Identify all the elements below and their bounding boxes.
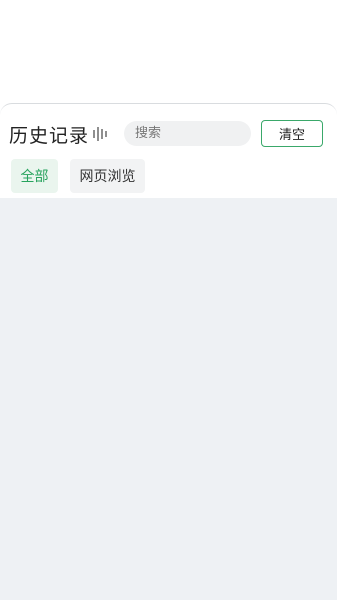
history-sheet: 历史记录 清空 全部 网页浏览 [0, 103, 337, 600]
search-box[interactable] [124, 121, 251, 146]
history-list-area [0, 198, 337, 600]
voice-bars-icon[interactable] [91, 125, 109, 143]
filter-tabs: 全部 网页浏览 [0, 159, 337, 198]
clear-button[interactable]: 清空 [261, 120, 323, 147]
page-title: 历史记录 [9, 125, 90, 147]
history-header: 历史记录 清空 [0, 104, 337, 164]
tab-web-browsing[interactable]: 网页浏览 [70, 159, 145, 193]
search-input[interactable] [124, 121, 251, 146]
tab-all[interactable]: 全部 [11, 159, 58, 193]
tab-label: 全部 [20, 169, 49, 185]
screen: 历史记录 清空 全部 网页浏览 [0, 0, 337, 600]
tab-label: 网页浏览 [79, 169, 136, 185]
